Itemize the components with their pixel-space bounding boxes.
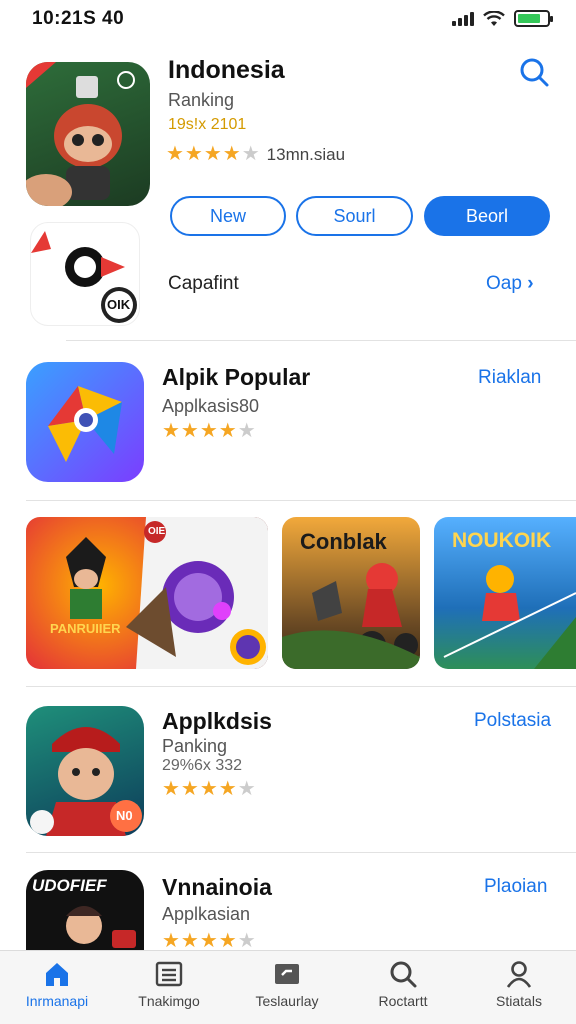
status-bar: 10:21S 40	[0, 0, 576, 36]
status-icons	[452, 10, 553, 27]
star-half-icon: ★	[241, 143, 261, 165]
tab-label: Inrmanapi	[25, 993, 89, 1009]
tab-categories[interactable]: Teslaurlay	[232, 959, 342, 1009]
capafint-app-icon[interactable]: OIK	[30, 222, 140, 326]
tab-label: Roctartt	[378, 993, 428, 1009]
capafint-open-label: Oap	[486, 273, 522, 294]
banner-card[interactable]: Conblak	[282, 517, 420, 669]
app-title: Alpik Popular	[162, 364, 311, 390]
banner-title: PANRUIIER	[50, 621, 121, 636]
tab-account[interactable]: Stiatals	[464, 959, 574, 1009]
app-action-link[interactable]: Polstasia	[474, 710, 551, 732]
home-icon	[46, 963, 68, 986]
star-half-icon: ★	[218, 420, 238, 442]
search-icon	[390, 961, 417, 988]
star-empty-icon: ★	[237, 930, 257, 952]
star-empty-icon: ★	[237, 778, 257, 800]
banner-title: Conblak	[300, 529, 387, 554]
featured-title: Indonesia	[168, 56, 285, 84]
featured-rating-count: 13mn.siau	[266, 145, 346, 164]
app-meta: 29%6x 332	[162, 757, 243, 774]
app-icon-applkdsis[interactable]: N0	[26, 706, 144, 836]
banner-title: NOUKOIK	[452, 529, 552, 552]
star-icon: ★★★	[162, 930, 219, 952]
star-icon: ★★★	[162, 420, 219, 442]
app-icon-vnnainoia[interactable]: UDOFIEF	[26, 870, 144, 950]
status-time: 10:21S 40	[32, 8, 125, 29]
capafint-badge-text: OIK	[107, 297, 131, 312]
divider	[26, 852, 576, 853]
filter-beorl-button[interactable]: Beorl	[424, 196, 550, 236]
capafint-open-link[interactable]: Oap ›	[486, 273, 534, 295]
divider	[66, 340, 576, 341]
list-icon	[155, 961, 183, 987]
tab-search[interactable]: Roctartt	[348, 959, 458, 1009]
featured-meta: 19s!x 2101	[168, 116, 247, 133]
featured-rating: ★★★★★ 13mn.siau	[166, 141, 345, 166]
divider	[26, 686, 576, 687]
app-action-link[interactable]: Plaoian	[484, 876, 547, 898]
filter-sourl-button[interactable]: Sourl	[296, 196, 413, 236]
app-action-link[interactable]: Riaklan	[478, 367, 541, 389]
tab-home[interactable]: Inrmanapi	[2, 959, 112, 1009]
app-subtitle: Panking	[162, 736, 228, 756]
tab-label: Tnakimgo	[138, 993, 200, 1009]
app-icon-badge: UDOFIEF	[32, 876, 107, 895]
card-icon	[275, 964, 299, 984]
app-rating: ★★★★★	[162, 776, 257, 801]
app-icon-badge: N0	[116, 808, 133, 823]
app-title: Vnnainoia	[162, 874, 272, 900]
app-subtitle: Applkasis80	[162, 396, 260, 416]
star-icon: ★★★	[162, 778, 219, 800]
banner-card[interactable]: PANRUIIER OIE	[26, 517, 268, 669]
star-half-icon: ★	[218, 778, 238, 800]
wifi-icon	[483, 10, 505, 26]
tab-rankings[interactable]: Tnakimgo	[114, 959, 224, 1009]
app-subtitle: Applkasian	[162, 904, 251, 924]
banner-badge: OIE	[148, 526, 166, 537]
signal-icon	[452, 11, 474, 26]
filter-new-button[interactable]: New	[170, 196, 286, 236]
battery-icon	[514, 10, 553, 27]
person-icon	[506, 961, 532, 988]
capafint-label: Capafint	[168, 273, 239, 294]
app-icon-alpik[interactable]	[26, 362, 144, 482]
star-empty-icon: ★	[237, 420, 257, 442]
search-icon[interactable]	[518, 56, 550, 88]
banner-card[interactable]: NOUKOIK	[434, 517, 576, 669]
featured-subtitle: Ranking	[168, 90, 235, 110]
chevron-right-icon: ›	[527, 273, 534, 294]
app-title: Applkdsis	[162, 708, 272, 734]
featured-app-icon[interactable]	[26, 62, 150, 206]
divider	[26, 500, 576, 501]
tab-label: Teslaurlay	[255, 993, 319, 1009]
star-icon: ★★★★	[166, 143, 242, 165]
tab-label: Stiatals	[496, 993, 542, 1009]
app-rating: ★★★★★	[162, 418, 257, 443]
tab-bar: Inrmanapi Tnakimgo Teslaurlay Roctartt S…	[0, 950, 576, 1024]
star-half-icon: ★	[218, 930, 238, 952]
